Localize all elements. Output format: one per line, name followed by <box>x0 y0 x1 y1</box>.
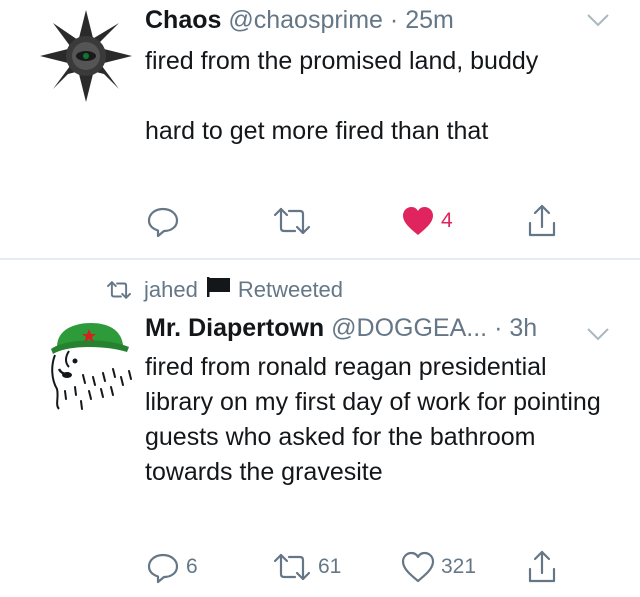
chevron-down-icon <box>587 328 609 341</box>
dog-with-cap-icon <box>51 323 132 410</box>
retweet-icon <box>273 553 311 581</box>
timestamp[interactable]: 25m <box>405 6 454 34</box>
share-button[interactable] <box>526 199 558 243</box>
retweeted-label: Retweeted <box>237 277 344 302</box>
avatar[interactable] <box>40 10 132 107</box>
share-icon <box>528 204 556 237</box>
like-count: 4 <box>441 209 453 232</box>
retweet-count: 61 <box>318 555 342 578</box>
retweet-context: jahed Retweeted <box>104 276 343 304</box>
heart-icon <box>401 551 435 583</box>
timestamp[interactable]: 3h <box>509 314 537 342</box>
retweet-icon <box>273 207 311 235</box>
retweet-context-icon <box>107 281 131 299</box>
tweet-header: Mr. Diapertown @DOGGEA... · 3h <box>145 312 537 344</box>
tweet-actions: 6 61 321 <box>0 545 640 589</box>
tweet-header: Chaos @chaosprime · 25m <box>145 4 454 36</box>
flag-icon <box>206 276 232 304</box>
reply-count: 6 <box>186 555 198 578</box>
tweet-actions: 4 <box>0 199 640 243</box>
tweet[interactable]: jahed Retweeted Mr. Diapertown @DOGGEA..… <box>0 262 640 597</box>
like-button[interactable]: 4 <box>401 199 453 243</box>
retweeter-name[interactable]: jahed <box>144 277 198 303</box>
share-icon <box>528 550 556 583</box>
chaos-star-icon <box>40 10 132 102</box>
handle[interactable]: @DOGGEA... <box>331 314 487 342</box>
tweet[interactable]: Chaos @chaosprime · 25m fired from the p… <box>0 0 640 258</box>
tweet-divider <box>0 258 640 260</box>
tweet-text-line: hard to get more fired than that <box>145 117 489 145</box>
tweet-menu-button[interactable] <box>586 326 610 347</box>
heart-icon <box>403 207 433 235</box>
separator: · <box>494 314 503 342</box>
tweet-text: fired from the promised land, buddy hard… <box>145 44 615 149</box>
tweet-text-line: fired from the promised land, buddy <box>145 47 539 75</box>
avatar[interactable] <box>45 317 137 417</box>
reply-button[interactable] <box>146 199 186 243</box>
tweet-text: fired from ronald reagan presidential li… <box>145 350 607 490</box>
chevron-down-icon <box>587 14 609 27</box>
like-button[interactable]: 321 <box>401 545 476 589</box>
reply-icon <box>147 207 179 238</box>
retweet-button[interactable]: 61 <box>272 545 341 589</box>
reply-icon <box>147 553 179 584</box>
display-name[interactable]: Chaos <box>145 6 221 34</box>
like-count: 321 <box>441 555 477 578</box>
display-name[interactable]: Mr. Diapertown <box>145 314 324 342</box>
tweet-menu-button[interactable] <box>586 12 610 33</box>
reply-button[interactable]: 6 <box>146 545 198 589</box>
tweet-text-line: fired from ronald reagan presidential li… <box>145 353 601 486</box>
separator: · <box>389 6 399 34</box>
share-button[interactable] <box>526 545 558 589</box>
handle[interactable]: @chaosprime <box>228 6 383 34</box>
retweet-button[interactable] <box>272 199 318 243</box>
